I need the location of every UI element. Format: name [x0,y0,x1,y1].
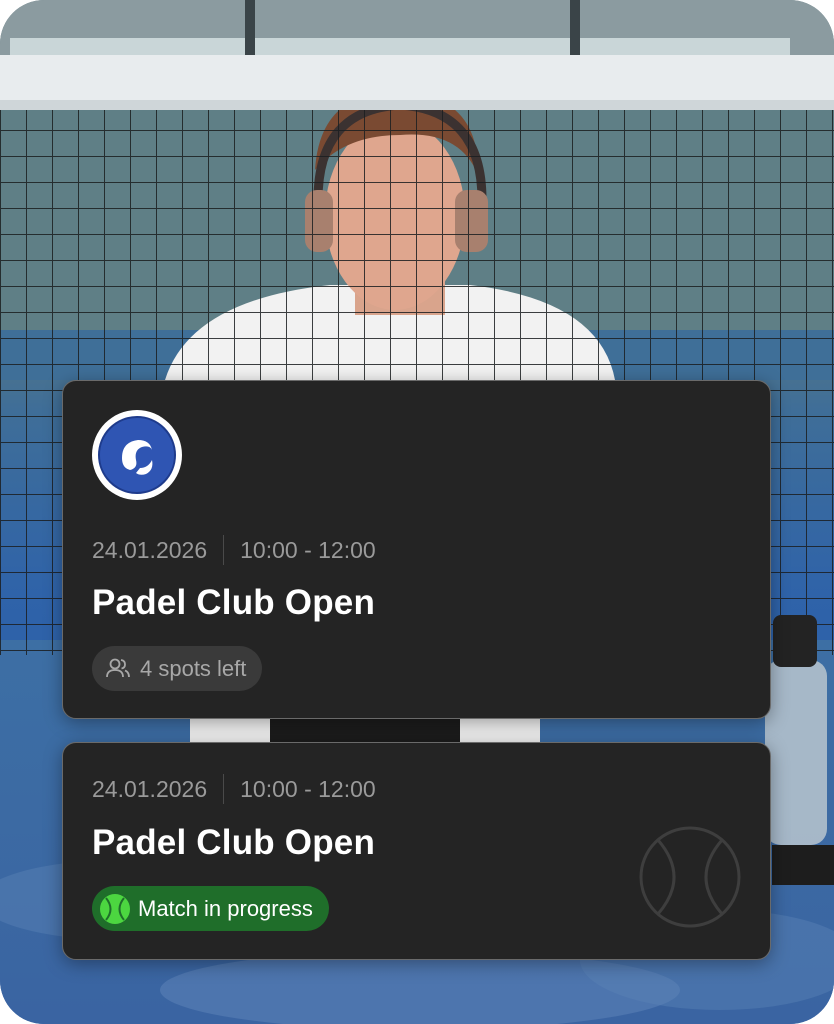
event-time: 10:00 - 12:00 [240,775,376,802]
event-time: 10:00 - 12:00 [240,536,376,563]
meta-divider [223,535,225,565]
event-date: 24.01.2026 [92,536,208,563]
match-status-label: Match in progress [138,895,313,921]
spots-left-badge: 4 spots left [92,646,263,691]
club-logo-icon [92,410,182,500]
event-date: 24.01.2026 [92,775,208,802]
tennis-ball-outline-icon [639,826,741,928]
event-card-open[interactable]: 24.01.2026 10:00 - 12:00 Padel Club Open… [62,380,771,719]
event-meta: 24.01.2026 10:00 - 12:00 [92,535,376,565]
users-icon [106,658,130,677]
event-title: Padel Club Open [92,823,376,862]
tennis-ball-icon [100,893,130,924]
event-card-live[interactable]: 24.01.2026 10:00 - 12:00 Padel Club Open… [62,742,771,960]
event-meta: 24.01.2026 10:00 - 12:00 [92,774,376,804]
meta-divider [223,774,225,804]
match-status-badge: Match in progress [92,886,329,931]
event-title: Padel Club Open [92,583,376,622]
spots-left-label: 4 spots left [140,655,247,681]
app-screen: 24.01.2026 10:00 - 12:00 Padel Club Open… [0,0,834,1024]
